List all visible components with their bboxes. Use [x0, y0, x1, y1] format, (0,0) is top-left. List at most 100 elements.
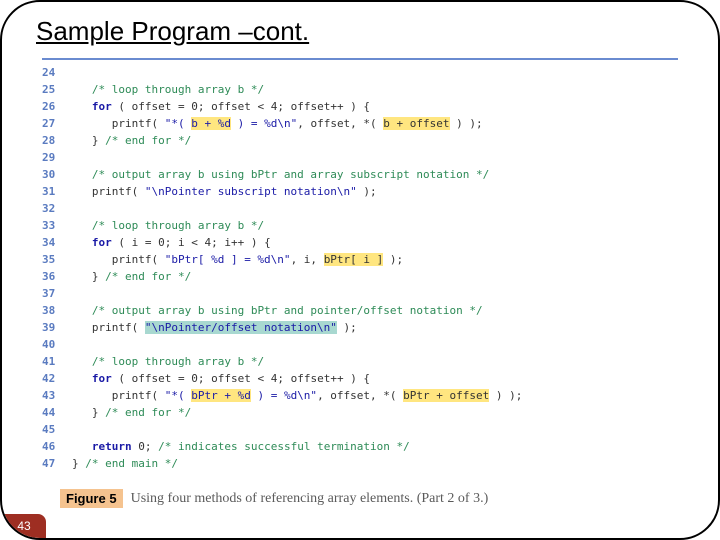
code-line: 29: [42, 149, 678, 166]
code-token: [72, 355, 92, 368]
line-number: 43: [42, 387, 72, 404]
code-token: , offset, *(: [317, 389, 403, 402]
code-line: 47} /* end main */: [42, 455, 678, 472]
code-token: ; i <: [165, 236, 205, 249]
line-number: 24: [42, 64, 72, 81]
code-token: [72, 100, 92, 113]
page-number-badge: 43: [2, 514, 46, 538]
figure-label: Figure 5: [60, 489, 123, 508]
code-token: "*(: [165, 389, 192, 402]
code-token: ; offset <: [198, 372, 271, 385]
line-number: 28: [42, 132, 72, 149]
code-token: }: [72, 134, 105, 147]
code-token: /* end for */: [105, 406, 191, 419]
line-number: 32: [42, 200, 72, 217]
line-number: 45: [42, 421, 72, 438]
code-token: return: [92, 440, 132, 453]
code-token: 0: [191, 100, 198, 113]
code-token: [72, 304, 92, 317]
page-number: 43: [17, 519, 30, 533]
slide-frame: Sample Program –cont. 2425 /* loop throu…: [0, 0, 720, 540]
code-line: 46 return 0; /* indicates successful ter…: [42, 438, 678, 455]
code-token: ; offset++ ) {: [277, 100, 370, 113]
code-token: "\nPointer/offset notation\n": [145, 321, 337, 334]
line-number: 37: [42, 285, 72, 302]
code-token: ) );: [450, 117, 483, 130]
slide-title: Sample Program –cont.: [36, 16, 309, 47]
code-token: /* output array b using bPtr and array s…: [92, 168, 489, 181]
code-line: 42 for ( offset = 0; offset < 4; offset+…: [42, 370, 678, 387]
code-token: );: [337, 321, 357, 334]
code-token: for: [92, 100, 112, 113]
code-token: }: [72, 406, 105, 419]
code-line: 43 printf( "*( bPtr + %d ) = %d\n", offs…: [42, 387, 678, 404]
code-token: }: [72, 457, 85, 470]
figure-caption-text: Using four methods of referencing array …: [131, 491, 489, 507]
line-number: 44: [42, 404, 72, 421]
code-token: printf(: [72, 321, 145, 334]
code-token: ) );: [489, 389, 522, 402]
line-number: 30: [42, 166, 72, 183]
code-token: bPtr + offset: [403, 389, 489, 402]
code-token: /* indicates successful termination */: [158, 440, 410, 453]
line-number: 35: [42, 251, 72, 268]
code-line: 25 /* loop through array b */: [42, 81, 678, 98]
code-token: ) = %d\n": [231, 117, 297, 130]
code-line: 40: [42, 336, 678, 353]
code-line: 30 /* output array b using bPtr and arra…: [42, 166, 678, 183]
code-token: printf(: [72, 117, 165, 130]
code-token: );: [357, 185, 377, 198]
line-number: 26: [42, 98, 72, 115]
code-token: bPtr + %d: [191, 389, 251, 402]
code-token: /* end for */: [105, 270, 191, 283]
code-token: /* end main */: [85, 457, 178, 470]
code-line: 36 } /* end for */: [42, 268, 678, 285]
line-number: 29: [42, 149, 72, 166]
code-token: "\nPointer subscript notation\n": [145, 185, 357, 198]
code-line: 26 for ( offset = 0; offset < 4; offset+…: [42, 98, 678, 115]
code-token: ; offset <: [198, 100, 271, 113]
code-line: 27 printf( "*( b + %d ) = %d\n", offset,…: [42, 115, 678, 132]
figure-caption-row: Figure 5 Using four methods of referenci…: [60, 489, 488, 508]
line-number: 41: [42, 353, 72, 370]
code-token: /* loop through array b */: [92, 219, 264, 232]
line-number: 38: [42, 302, 72, 319]
line-number: 25: [42, 81, 72, 98]
line-number: 31: [42, 183, 72, 200]
code-token: ( offset =: [112, 372, 191, 385]
code-token: ; offset++ ) {: [277, 372, 370, 385]
code-line: 31 printf( "\nPointer subscript notation…: [42, 183, 678, 200]
code-token: bPtr[ i ]: [324, 253, 384, 266]
code-token: /* output array b using bPtr and pointer…: [92, 304, 483, 317]
code-token: , offset, *(: [297, 117, 383, 130]
code-token: 0: [191, 372, 198, 385]
code-token: ) = %d\n": [251, 389, 317, 402]
code-token: 0: [158, 236, 165, 249]
code-listing: 2425 /* loop through array b */26 for ( …: [42, 64, 678, 472]
code-token: , i,: [291, 253, 324, 266]
code-token: "*(: [165, 117, 192, 130]
code-token: /* end for */: [105, 134, 191, 147]
code-token: }: [72, 270, 105, 283]
line-number: 40: [42, 336, 72, 353]
line-number: 39: [42, 319, 72, 336]
code-line: 41 /* loop through array b */: [42, 353, 678, 370]
code-line: 34 for ( i = 0; i < 4; i++ ) {: [42, 234, 678, 251]
code-line: 37: [42, 285, 678, 302]
code-token: 0: [138, 440, 145, 453]
code-line: 28 } /* end for */: [42, 132, 678, 149]
line-number: 36: [42, 268, 72, 285]
code-token: [72, 236, 92, 249]
line-number: 27: [42, 115, 72, 132]
code-token: ; i++ ) {: [211, 236, 271, 249]
code-token: [72, 168, 92, 181]
line-number: 46: [42, 438, 72, 455]
code-line: 32: [42, 200, 678, 217]
code-line: 45: [42, 421, 678, 438]
code-line: 44 } /* end for */: [42, 404, 678, 421]
code-token: b + %d: [191, 117, 231, 130]
code-token: "bPtr[ %d ] = %d\n": [165, 253, 291, 266]
code-line: 38 /* output array b using bPtr and poin…: [42, 302, 678, 319]
code-token: for: [92, 236, 112, 249]
code-line: 33 /* loop through array b */: [42, 217, 678, 234]
